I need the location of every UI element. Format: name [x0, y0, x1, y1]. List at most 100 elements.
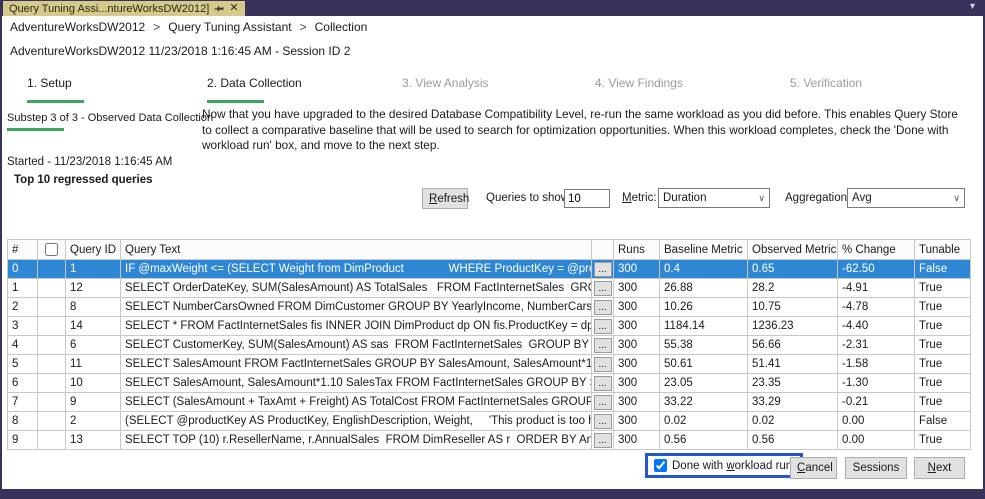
query-details-button[interactable]: ...: [594, 357, 612, 372]
step-view-analysis[interactable]: 3. View Analysis: [402, 76, 489, 90]
step-view-findings[interactable]: 4. View Findings: [595, 76, 683, 90]
query-details-button[interactable]: ...: [594, 319, 612, 334]
table-row[interactable]: 82(SELECT @productKey AS ProductKey, Eng…: [8, 412, 971, 431]
header-query-id[interactable]: Query ID: [66, 240, 121, 260]
header-baseline-metric[interactable]: Baseline Metric: [660, 240, 748, 260]
ellipsis-cell[interactable]: ...: [592, 336, 614, 355]
header-runs[interactable]: Runs: [614, 240, 660, 260]
ellipsis-cell[interactable]: ...: [592, 298, 614, 317]
tunable-cell: True: [915, 393, 971, 412]
ellipsis-cell[interactable]: ...: [592, 317, 614, 336]
chevron-down-icon: ∨: [758, 193, 765, 204]
query-id-cell: 12: [66, 279, 121, 298]
query-tuning-assistant-window: Query Tuning Assi...ntureWorksDW2012] ✕ …: [0, 0, 985, 499]
baseline-metric-cell: 0.02: [660, 412, 748, 431]
header-tunable[interactable]: Tunable: [915, 240, 971, 260]
step-setup[interactable]: 1. Setup: [27, 76, 84, 103]
row-checkbox-cell: [38, 317, 66, 336]
table-row[interactable]: 01IF @maxWeight <= (SELECT Weight from D…: [8, 260, 971, 279]
query-details-button[interactable]: ...: [594, 433, 612, 448]
query-details-button[interactable]: ...: [594, 300, 612, 315]
sessions-button[interactable]: Sessions: [845, 457, 907, 479]
ellipsis-cell[interactable]: ...: [592, 431, 614, 450]
grid-header-row: # Query ID Query Text Runs Baseline Metr…: [8, 240, 971, 260]
breadcrumb-assistant[interactable]: Query Tuning Assistant: [168, 20, 291, 34]
step-verification[interactable]: 5. Verification: [790, 76, 862, 90]
query-details-button[interactable]: ...: [594, 281, 612, 296]
step-active-underline: [207, 100, 264, 103]
table-row[interactable]: 610SELECT SalesAmount, SalesAmount*1.10 …: [8, 374, 971, 393]
header-index[interactable]: #: [8, 240, 38, 260]
ellipsis-cell[interactable]: ...: [592, 279, 614, 298]
select-all-checkbox[interactable]: [45, 243, 58, 256]
pct-change-cell: -4.91: [838, 279, 915, 298]
ellipsis-cell[interactable]: ...: [592, 355, 614, 374]
row-index-cell: 3: [8, 317, 38, 336]
step-data-collection[interactable]: 2. Data Collection: [207, 76, 302, 103]
header-query-text[interactable]: Query Text: [121, 240, 592, 260]
query-id-cell: 6: [66, 336, 121, 355]
pct-change-cell: -0.21: [838, 393, 915, 412]
header-observed-metric[interactable]: Observed Metric: [748, 240, 838, 260]
window-menu-caret-icon[interactable]: ▾: [970, 1, 975, 12]
row-index-cell: 9: [8, 431, 38, 450]
document-tab[interactable]: Query Tuning Assi...ntureWorksDW2012] ✕: [3, 1, 245, 16]
tunable-cell: True: [915, 317, 971, 336]
tab-title: Query Tuning Assi...ntureWorksDW2012]: [9, 3, 209, 15]
query-details-button[interactable]: ...: [594, 395, 612, 410]
runs-cell: 300: [614, 412, 660, 431]
row-checkbox-cell: [38, 279, 66, 298]
done-with-workload-label: Done with workload run: [672, 460, 792, 472]
step-label: 5. Verification: [790, 76, 862, 90]
query-details-button[interactable]: ...: [594, 338, 612, 353]
observed-metric-cell: 0.56: [748, 431, 838, 450]
tunable-cell: True: [915, 374, 971, 393]
table-row[interactable]: 913SELECT TOP (10) r.ResellerName, r.Ann…: [8, 431, 971, 450]
step-label: 2. Data Collection: [207, 76, 302, 90]
row-index-cell: 6: [8, 374, 38, 393]
step-label: 4. View Findings: [595, 76, 683, 90]
query-id-cell: 11: [66, 355, 121, 374]
queries-to-show-input[interactable]: [564, 189, 610, 208]
runs-cell: 300: [614, 393, 660, 412]
query-details-button[interactable]: ...: [594, 262, 612, 277]
cancel-button[interactable]: Cancel: [790, 457, 837, 479]
aggregation-dropdown[interactable]: Avg ∨: [847, 188, 965, 208]
table-row[interactable]: 112SELECT OrderDateKey, SUM(SalesAmount)…: [8, 279, 971, 298]
header-pct-change[interactable]: % Change: [838, 240, 915, 260]
refresh-button[interactable]: Refresh: [422, 188, 468, 209]
ellipsis-cell[interactable]: ...: [592, 412, 614, 431]
table-row[interactable]: 28SELECT NumberCarsOwned FROM DimCustome…: [8, 298, 971, 317]
aggregation-selected-value: Avg: [852, 192, 872, 204]
row-checkbox-cell: [38, 393, 66, 412]
breadcrumb-database[interactable]: AdventureWorksDW2012: [10, 20, 145, 34]
ellipsis-cell[interactable]: ...: [592, 260, 614, 279]
baseline-metric-cell: 33.22: [660, 393, 748, 412]
breadcrumb-collection[interactable]: Collection: [315, 20, 368, 34]
done-with-workload-checkbox[interactable]: [654, 459, 667, 472]
table-row[interactable]: 79SELECT (SalesAmount + TaxAmt + Freight…: [8, 393, 971, 412]
metric-dropdown[interactable]: Duration ∨: [658, 188, 770, 208]
table-row[interactable]: 46SELECT CustomerKey, SUM(SalesAmount) A…: [8, 336, 971, 355]
query-details-button[interactable]: ...: [594, 414, 612, 429]
query-id-cell: 10: [66, 374, 121, 393]
breadcrumb-separator: >: [300, 20, 307, 34]
step-label: 3. View Analysis: [402, 76, 489, 90]
query-id-cell: 9: [66, 393, 121, 412]
row-index-cell: 1: [8, 279, 38, 298]
title-bar: Query Tuning Assi...ntureWorksDW2012] ✕ …: [2, 0, 983, 16]
ellipsis-cell[interactable]: ...: [592, 374, 614, 393]
next-button[interactable]: Next: [914, 457, 965, 479]
pin-icon[interactable]: [214, 4, 224, 14]
query-details-button[interactable]: ...: [594, 376, 612, 391]
close-icon[interactable]: ✕: [229, 3, 238, 14]
table-row[interactable]: 314SELECT * FROM FactInternetSales fis I…: [8, 317, 971, 336]
window-bottom-border: [2, 489, 983, 499]
observed-metric-cell: 28.2: [748, 279, 838, 298]
tunable-cell: True: [915, 279, 971, 298]
row-index-cell: 2: [8, 298, 38, 317]
ellipsis-cell[interactable]: ...: [592, 393, 614, 412]
row-index-cell: 8: [8, 412, 38, 431]
table-row[interactable]: 511SELECT SalesAmount FROM FactInternetS…: [8, 355, 971, 374]
header-select-all: [38, 240, 66, 260]
